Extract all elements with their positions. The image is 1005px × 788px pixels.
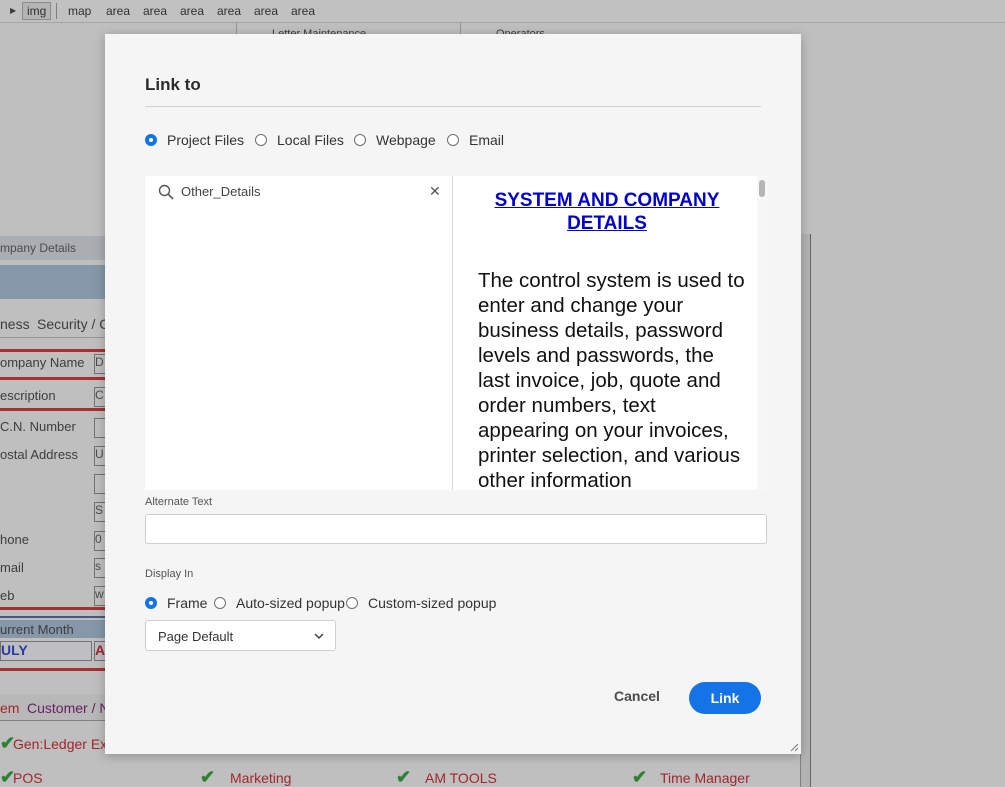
search-icon [158,184,174,200]
radio-custom-sized-popup[interactable]: Custom-sized popup [346,595,496,611]
radio-unselected-icon[interactable] [346,597,358,609]
link-to-dialog: Link to Project Files Local Files Webpag… [105,34,801,754]
search-input[interactable] [181,182,411,200]
dialog-title: Link to [145,75,201,94]
title-divider [145,106,761,107]
alt-text-input[interactable] [145,514,767,544]
radio-label: Custom-sized popup [368,595,497,611]
radio-frame[interactable]: Frame [145,595,207,611]
radio-auto-sized-popup[interactable]: Auto-sized popup [214,595,345,611]
radio-unselected-icon[interactable] [447,134,459,146]
radio-webpage[interactable]: Webpage [354,132,436,148]
radio-label: Auto-sized popup [236,595,345,611]
resize-grip-icon[interactable] [789,742,799,752]
cancel-button[interactable]: Cancel [605,688,669,708]
radio-selected-icon[interactable] [145,134,157,146]
radio-local-files[interactable]: Local Files [255,132,344,148]
size-select-value: Page Default [158,629,234,644]
link-button[interactable]: Link [689,682,761,714]
radio-selected-icon[interactable] [145,597,157,609]
preview-scrollbar[interactable] [757,176,769,490]
close-icon[interactable]: ✕ [429,183,441,200]
radio-unselected-icon[interactable] [354,134,366,146]
preview-title: SYSTEM AND COMPANY DETAILS [494,190,720,234]
radio-label: Local Files [277,132,344,148]
chevron-down-icon [314,633,324,640]
radio-label: Webpage [376,132,436,148]
display-in-label: Display In [145,568,194,580]
radio-unselected-icon[interactable] [214,597,226,609]
radio-label: Project Files [167,132,245,148]
radio-email[interactable]: Email [447,132,504,148]
size-select[interactable]: Page Default [145,620,336,651]
file-list-panel: ✕ [145,176,453,490]
radio-label: Email [469,132,505,148]
radio-label: Frame [167,595,208,611]
alt-text-label: Alternate Text [145,496,213,508]
radio-unselected-icon[interactable] [255,134,267,146]
radio-project-files[interactable]: Project Files [145,132,244,148]
scrollbar-thumb[interactable] [759,180,765,197]
preview-body: The control system is used to enter and … [478,269,745,490]
preview-panel: SYSTEM AND COMPANY DETAILS The control s… [453,176,769,490]
